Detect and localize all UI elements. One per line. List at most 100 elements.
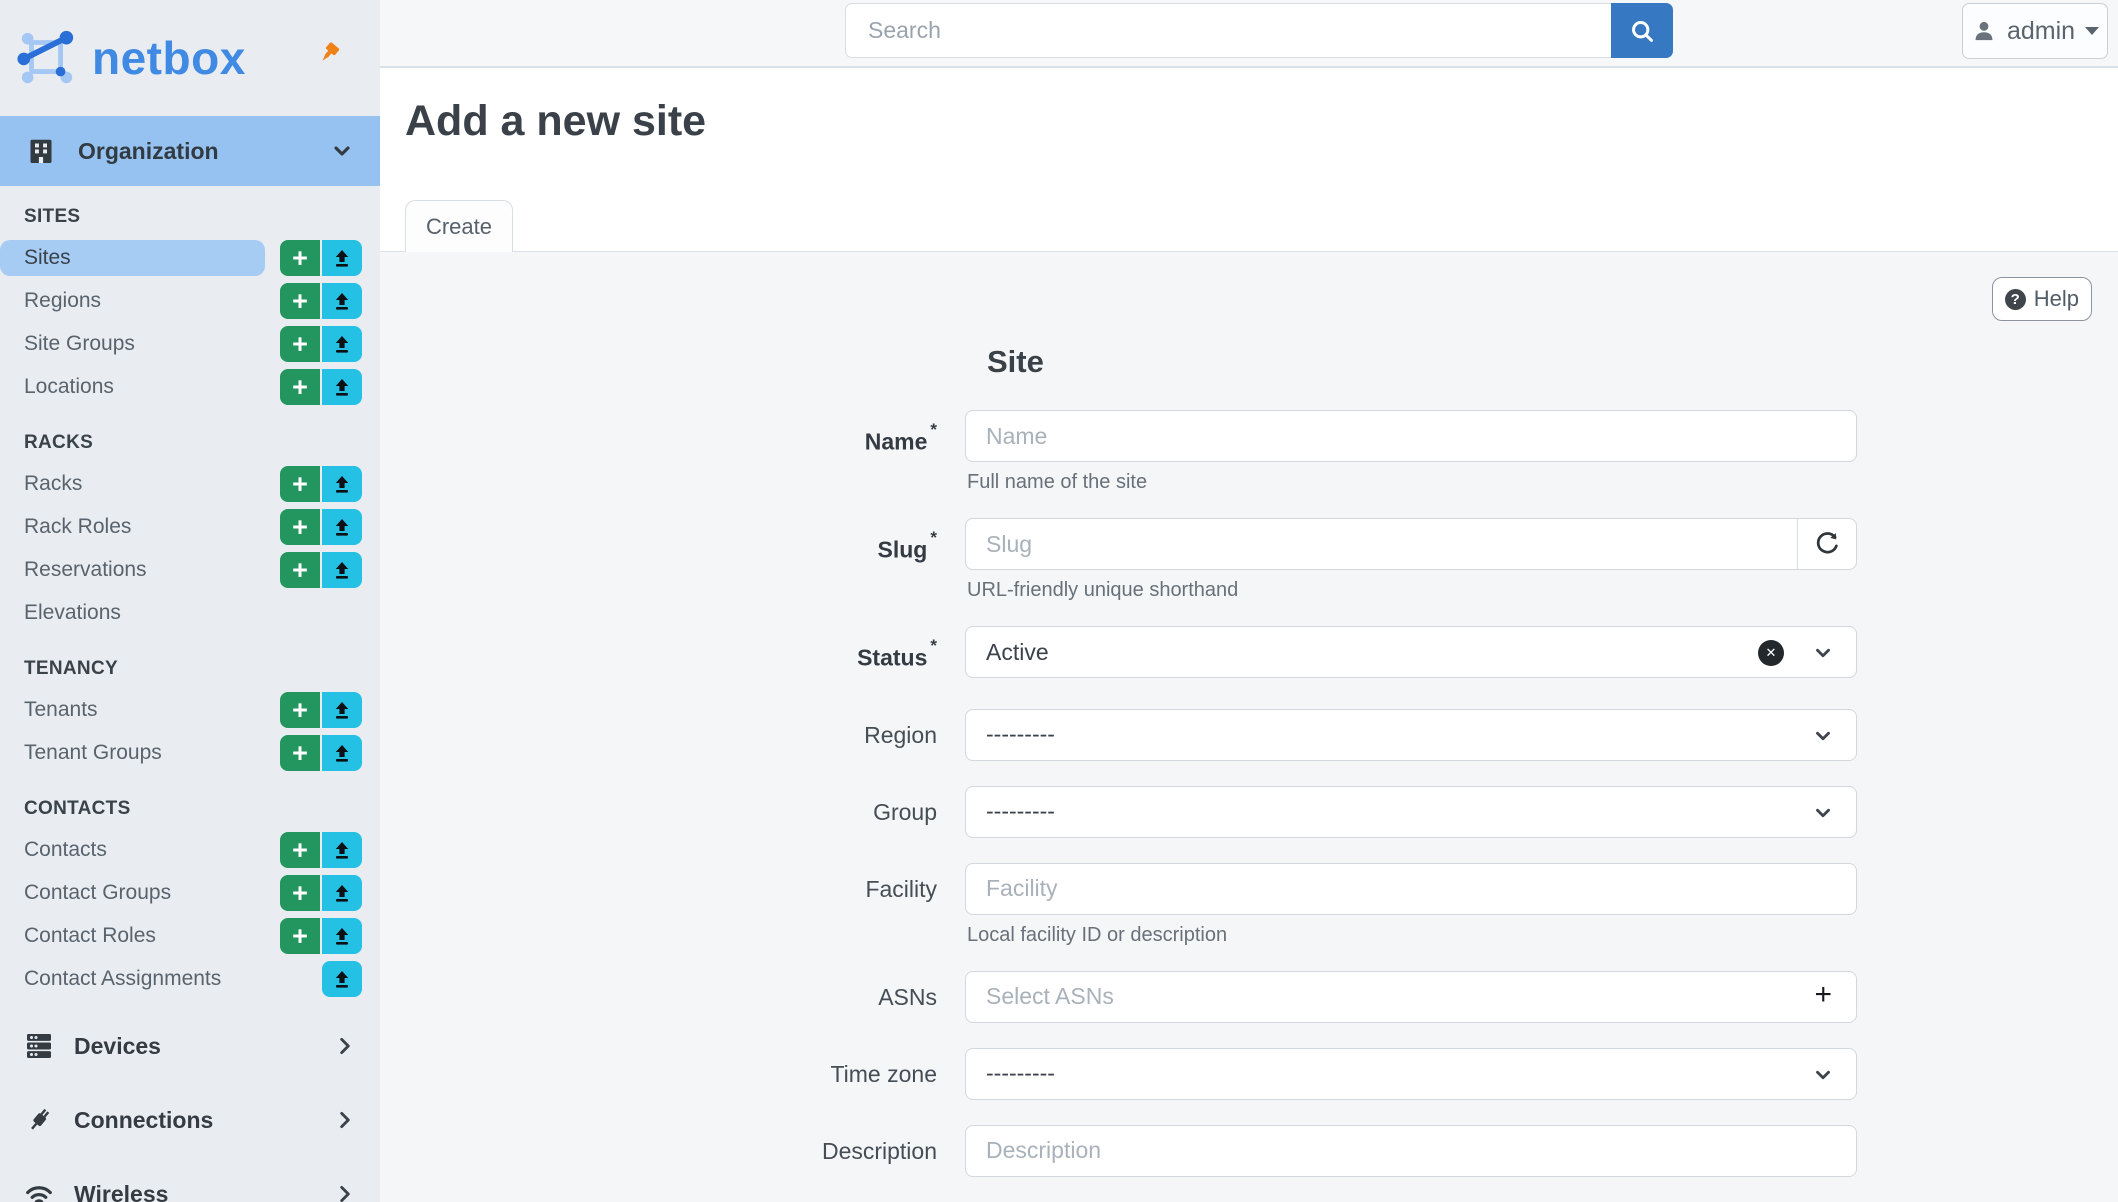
user-label: admin xyxy=(2007,17,2075,46)
add-button[interactable]: + xyxy=(280,875,320,911)
import-button[interactable] xyxy=(322,875,362,911)
sidebar-groups: Devices Connections Wireless xyxy=(0,1009,380,1202)
add-button[interactable]: + xyxy=(280,326,320,362)
import-button[interactable] xyxy=(322,832,362,868)
sidebar-item-tenants: Tenants + xyxy=(0,692,380,728)
help-button[interactable]: ? Help xyxy=(1992,277,2092,321)
field-row-group: Group --------- xyxy=(380,786,2118,838)
quick-actions: + xyxy=(280,552,362,588)
import-button[interactable] xyxy=(322,466,362,502)
add-icon: + xyxy=(292,880,308,907)
sidebar-link-rack-roles[interactable]: Rack Roles xyxy=(0,509,265,545)
import-button[interactable] xyxy=(322,326,362,362)
add-icon: + xyxy=(292,288,308,315)
name-field[interactable] xyxy=(965,410,1857,462)
import-button[interactable] xyxy=(322,692,362,728)
sidebar-link-contact-roles[interactable]: Contact Roles xyxy=(0,918,265,954)
slug-field[interactable] xyxy=(965,518,1798,570)
group-select[interactable]: --------- xyxy=(965,786,1857,838)
sidebar-item-contact-roles: Contact Roles + xyxy=(0,918,380,954)
upload-icon xyxy=(332,560,352,580)
sidebar-item-rack-roles: Rack Roles + xyxy=(0,509,380,545)
import-button[interactable] xyxy=(322,961,362,997)
upload-icon xyxy=(332,883,352,903)
help-label: Help xyxy=(2034,286,2079,312)
add-button[interactable]: + xyxy=(280,918,320,954)
pushpin-icon[interactable] xyxy=(316,40,342,66)
import-button[interactable] xyxy=(322,369,362,405)
import-button[interactable] xyxy=(322,552,362,588)
sidebar-group-connections[interactable]: Connections xyxy=(0,1083,380,1157)
add-button[interactable]: + xyxy=(280,369,320,405)
quick-actions: + xyxy=(280,369,362,405)
import-button[interactable] xyxy=(322,735,362,771)
sidebar-link-elevations[interactable]: Elevations xyxy=(0,595,265,631)
sidebar-link-tenant-groups[interactable]: Tenant Groups xyxy=(0,735,265,771)
region-select[interactable]: --------- xyxy=(965,709,1857,761)
sidebar-link-racks[interactable]: Racks xyxy=(0,466,265,502)
tab-create[interactable]: Create xyxy=(405,200,513,252)
form-heading: Site xyxy=(987,344,2118,380)
sidebar-link-contacts[interactable]: Contacts xyxy=(0,832,265,868)
facility-field[interactable] xyxy=(965,863,1857,915)
sidebar-group-wireless[interactable]: Wireless xyxy=(0,1157,380,1202)
sidebar-item-contact-assignments: Contact Assignments xyxy=(0,961,380,997)
asns-multiselect[interactable]: Select ASNs + xyxy=(965,971,1857,1023)
sidebar-link-tenants[interactable]: Tenants xyxy=(0,692,265,728)
required-marker: * xyxy=(930,528,937,547)
add-asn-icon[interactable]: + xyxy=(1814,980,1832,1010)
import-button[interactable] xyxy=(322,240,362,276)
quick-actions: + xyxy=(280,466,362,502)
sidebar-item-contacts: Contacts + xyxy=(0,832,380,868)
plug-icon xyxy=(24,1105,54,1135)
quick-actions: + xyxy=(280,735,362,771)
import-button[interactable] xyxy=(322,509,362,545)
add-button[interactable]: + xyxy=(280,832,320,868)
add-button[interactable]: + xyxy=(280,240,320,276)
add-button[interactable]: + xyxy=(280,466,320,502)
user-menu-button[interactable]: admin xyxy=(1962,3,2108,59)
sidebar-item-site-groups: Site Groups + xyxy=(0,326,380,362)
description-field[interactable] xyxy=(965,1125,1857,1177)
sidebar-link-locations[interactable]: Locations xyxy=(0,369,265,405)
add-icon: + xyxy=(292,245,308,272)
netbox-logo[interactable]: netbox xyxy=(16,27,246,89)
field-row-asns: ASNs Select ASNs + xyxy=(380,971,2118,1023)
import-button[interactable] xyxy=(322,283,362,319)
sidebar-link-contact-groups[interactable]: Contact Groups xyxy=(0,875,265,911)
group-label: Organization xyxy=(78,138,219,165)
add-button[interactable]: + xyxy=(280,692,320,728)
time-zone-label: Time zone xyxy=(380,1048,965,1100)
clear-selection-icon[interactable]: ✕ xyxy=(1758,640,1784,666)
upload-icon xyxy=(332,474,352,494)
add-icon: + xyxy=(292,740,308,767)
sidebar-link-sites[interactable]: Sites xyxy=(0,240,265,276)
search-button[interactable] xyxy=(1611,3,1673,58)
page-title: Add a new site xyxy=(405,96,2118,146)
field-row-slug: Slug* URL-friendly unique shorthand xyxy=(380,518,2118,601)
add-button[interactable]: + xyxy=(280,509,320,545)
sidebar-link-reservations[interactable]: Reservations xyxy=(0,552,265,588)
sidebar-link-regions[interactable]: Regions xyxy=(0,283,265,319)
sidebar-group-organization[interactable]: Organization xyxy=(0,116,380,186)
field-row-facility: Facility Local facility ID or descriptio… xyxy=(380,863,2118,946)
sidebar-link-site-groups[interactable]: Site Groups xyxy=(0,326,265,362)
sidebar-group-devices[interactable]: Devices xyxy=(0,1009,380,1083)
add-icon: + xyxy=(292,923,308,950)
chevron-down-icon xyxy=(1812,1064,1834,1086)
add-button[interactable]: + xyxy=(280,735,320,771)
status-value: Active xyxy=(986,639,1049,666)
add-button[interactable]: + xyxy=(280,283,320,319)
form-panel: ? Help Site Name* Full name of the site … xyxy=(380,251,2118,1202)
search-input[interactable] xyxy=(845,3,1611,58)
status-select[interactable]: Active ✕ xyxy=(965,626,1857,678)
chevron-right-icon xyxy=(334,1109,356,1131)
refresh-icon xyxy=(1814,531,1840,557)
quick-actions: + xyxy=(280,240,362,276)
sidebar-link-contact-assignments[interactable]: Contact Assignments xyxy=(0,961,265,997)
add-button[interactable]: + xyxy=(280,552,320,588)
import-button[interactable] xyxy=(322,918,362,954)
regenerate-slug-button[interactable] xyxy=(1797,518,1857,570)
add-icon: + xyxy=(292,514,308,541)
time-zone-select[interactable]: --------- xyxy=(965,1048,1857,1100)
